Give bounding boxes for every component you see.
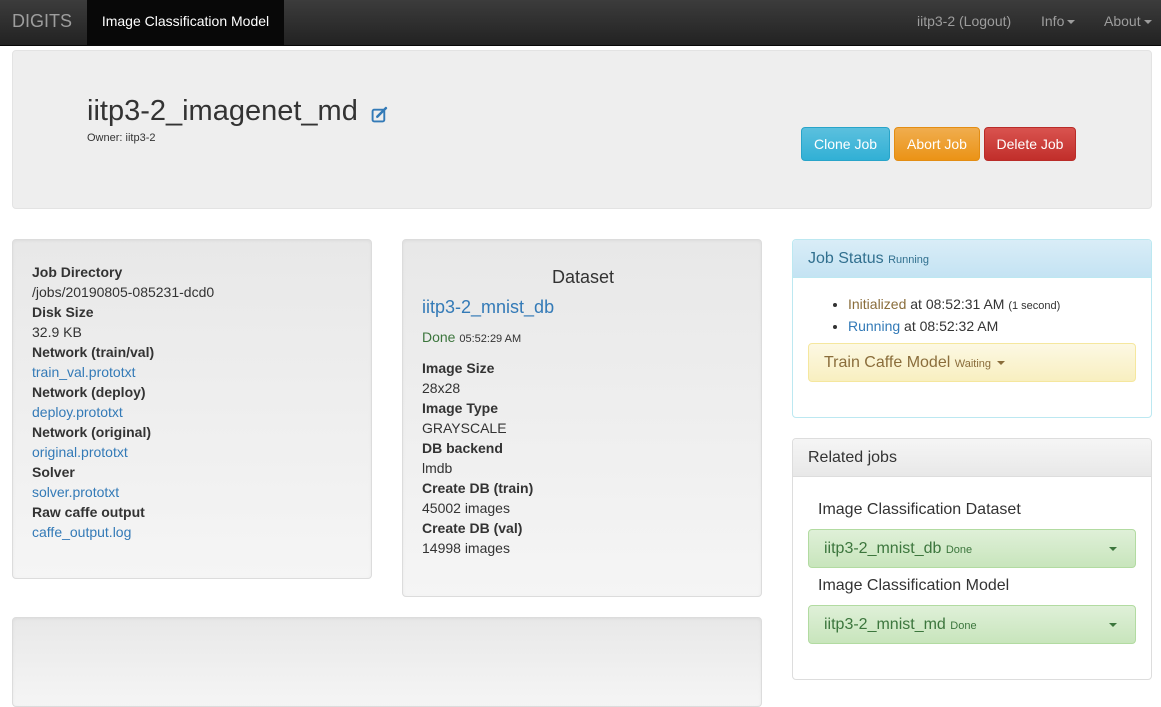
disk-size-value: 32.9 KB <box>32 324 82 340</box>
dataset-status: Done 05:52:29 AM <box>422 329 521 345</box>
status-initialized: Initialized <box>848 296 907 312</box>
edit-icon[interactable] <box>371 106 388 123</box>
raw-output-label: Raw caffe output <box>32 504 145 520</box>
logout-link[interactable]: iitp3-2 (Logout) <box>917 0 1011 46</box>
image-type-value: GRAYSCALE <box>422 420 507 436</box>
info-menu[interactable]: Info <box>1041 0 1076 46</box>
chevron-down-icon <box>1109 623 1117 627</box>
chevron-down-icon <box>1067 20 1076 25</box>
status-item: Running at 08:52:32 AM <box>848 316 1060 336</box>
abort-job-button[interactable]: Abort Job <box>894 127 980 161</box>
job-status-title: Job Status <box>808 250 884 267</box>
dataset-status-time: 05:52:29 AM <box>459 333 522 345</box>
db-backend-label: DB backend <box>422 440 503 456</box>
chart-panel <box>12 617 762 707</box>
related-dataset-dropdown[interactable]: iitp3-2_mnist_db Done <box>808 529 1136 568</box>
job-status-panel: Job Status Running Initialized at 08:52:… <box>792 239 1152 418</box>
job-status-state: Running <box>888 254 930 266</box>
related-model-name: iitp3-2_mnist_md <box>824 616 946 633</box>
original-prototxt-link[interactable]: original.prototxt <box>32 444 128 460</box>
about-menu-label: About <box>1104 13 1141 29</box>
top-navbar: DIGITS Image Classification Model iitp3-… <box>0 0 1161 46</box>
related-group-label: Image Classification Model <box>818 577 1010 594</box>
delete-job-button[interactable]: Delete Job <box>984 127 1076 161</box>
dataset-heading: Dataset <box>551 267 615 287</box>
create-val-value: 14998 images <box>422 540 510 556</box>
status-item: Initialized at 08:52:31 AM (1 second) <box>848 294 1060 316</box>
stage-status: Waiting <box>954 358 992 370</box>
dataset-link[interactable]: iitp3-2_mnist_db <box>422 297 554 318</box>
owner-label: Owner: iitp3-2 <box>87 132 156 144</box>
nav-tab-active[interactable]: Image Classification Model <box>87 0 284 46</box>
network-trainval-label: Network (train/val) <box>32 344 155 360</box>
related-group-label: Image Classification Dataset <box>818 501 1021 518</box>
dataset-panel: Dataset iitp3-2_mnist_db Done 05:52:29 A… <box>402 239 762 597</box>
create-val-label: Create DB (val) <box>422 520 523 536</box>
create-train-label: Create DB (train) <box>422 480 534 496</box>
network-original-label: Network (original) <box>32 424 152 440</box>
status-running: Running <box>848 318 901 334</box>
caffe-output-log-link[interactable]: caffe_output.log <box>32 524 131 540</box>
status-history: Initialized at 08:52:31 AM (1 second) Ru… <box>848 294 1060 336</box>
related-model-status: Done <box>950 620 977 632</box>
create-train-value: 45002 images <box>422 500 510 516</box>
dataset-info-list: Image Size 28x28 Image Type GRAYSCALE DB… <box>422 358 533 558</box>
stage-name: Train Caffe Model <box>824 354 951 371</box>
chevron-down-icon <box>1109 547 1117 551</box>
job-info-list: Job Directory /jobs/20190805-085231-dcd0… <box>32 262 214 542</box>
train-caffe-model-dropdown[interactable]: Train Caffe Model Waiting <box>808 343 1136 382</box>
brand-link[interactable]: DIGITS <box>0 0 87 46</box>
chevron-down-icon <box>1143 20 1152 25</box>
job-info-panel: Job Directory /jobs/20190805-085231-dcd0… <box>12 239 372 579</box>
chevron-down-icon <box>997 360 1006 365</box>
db-backend-value: lmdb <box>422 460 453 476</box>
job-status-header: Job Status Running <box>793 240 1151 278</box>
disk-size-label: Disk Size <box>32 304 94 320</box>
related-jobs-panel: Related jobs Image Classification Datase… <box>792 438 1152 680</box>
image-size-value: 28x28 <box>422 380 461 396</box>
about-menu[interactable]: About <box>1104 0 1152 46</box>
job-directory-label: Job Directory <box>32 264 123 280</box>
related-dataset-name: iitp3-2_mnist_db <box>824 540 942 557</box>
status-initialized-duration: (1 second) <box>1008 300 1061 312</box>
train-val-prototxt-link[interactable]: train_val.prototxt <box>32 364 136 380</box>
related-dataset-status: Done <box>945 544 973 556</box>
related-model-dropdown[interactable]: iitp3-2_mnist_md Done <box>808 605 1136 644</box>
network-deploy-label: Network (deploy) <box>32 384 146 400</box>
status-running-time: at 08:52:32 AM <box>904 318 999 334</box>
solver-label: Solver <box>32 464 75 480</box>
status-initialized-time: at 08:52:31 AM <box>910 296 1005 312</box>
image-type-label: Image Type <box>422 400 498 416</box>
solver-prototxt-link[interactable]: solver.prototxt <box>32 484 119 500</box>
image-size-label: Image Size <box>422 360 495 376</box>
page-title: iitp3-2_imagenet_md <box>87 95 358 127</box>
deploy-prototxt-link[interactable]: deploy.prototxt <box>32 404 123 420</box>
clone-job-button[interactable]: Clone Job <box>801 127 890 161</box>
job-directory-value: /jobs/20190805-085231-dcd0 <box>32 284 215 300</box>
related-jobs-header: Related jobs <box>793 439 1151 477</box>
info-menu-label: Info <box>1041 13 1065 29</box>
job-header: iitp3-2_imagenet_md Owner: iitp3-2 Clone… <box>12 50 1152 209</box>
dataset-status-text: Done <box>422 329 456 345</box>
